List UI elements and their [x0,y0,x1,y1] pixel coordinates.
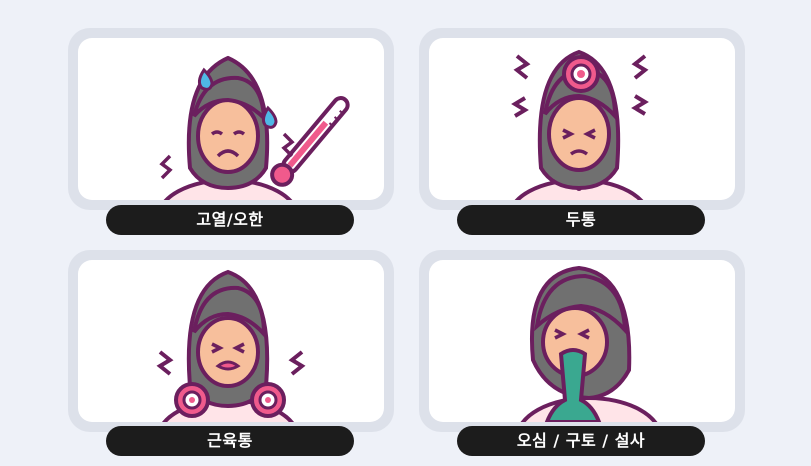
symptom-card-nausea [419,250,745,432]
symptom-illustration [78,38,384,200]
symptom-label-nausea: 오심 / 구토 / 설사 [457,426,705,456]
nausea-vomiting-diarrhea-icon [520,265,658,422]
symptom-label-muscle-pain: 근육통 [106,426,354,456]
muscle-pain-icon [156,269,306,422]
symptom-card-muscle-pain [68,250,394,432]
symptom-card-fever [68,28,394,210]
symptom-illustration [78,260,384,422]
symptom-label-fever: 고열/오한 [106,205,354,235]
symptom-illustration [429,38,735,200]
symptom-illustration [429,260,735,422]
symptom-label-headache: 두통 [457,205,705,235]
headache-icon [511,49,649,200]
fever-chills-icon [159,55,350,200]
symptom-card-headache [419,28,745,210]
